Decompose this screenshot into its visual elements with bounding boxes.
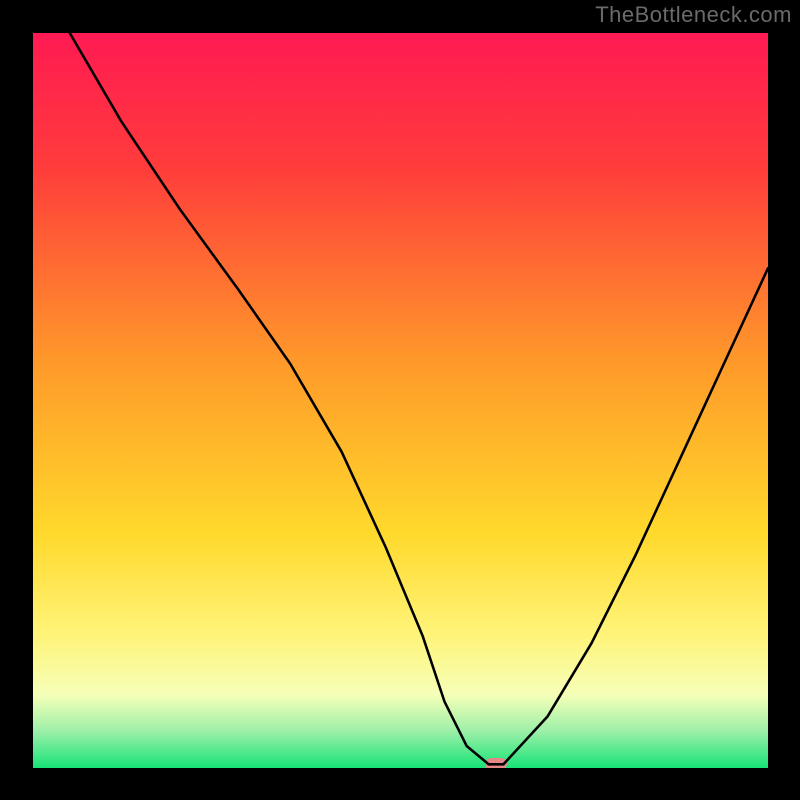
bottleneck-curve (33, 33, 768, 768)
chart-frame: TheBottleneck.com (0, 0, 800, 800)
watermark-text: TheBottleneck.com (595, 2, 792, 28)
plot-area (33, 33, 768, 768)
